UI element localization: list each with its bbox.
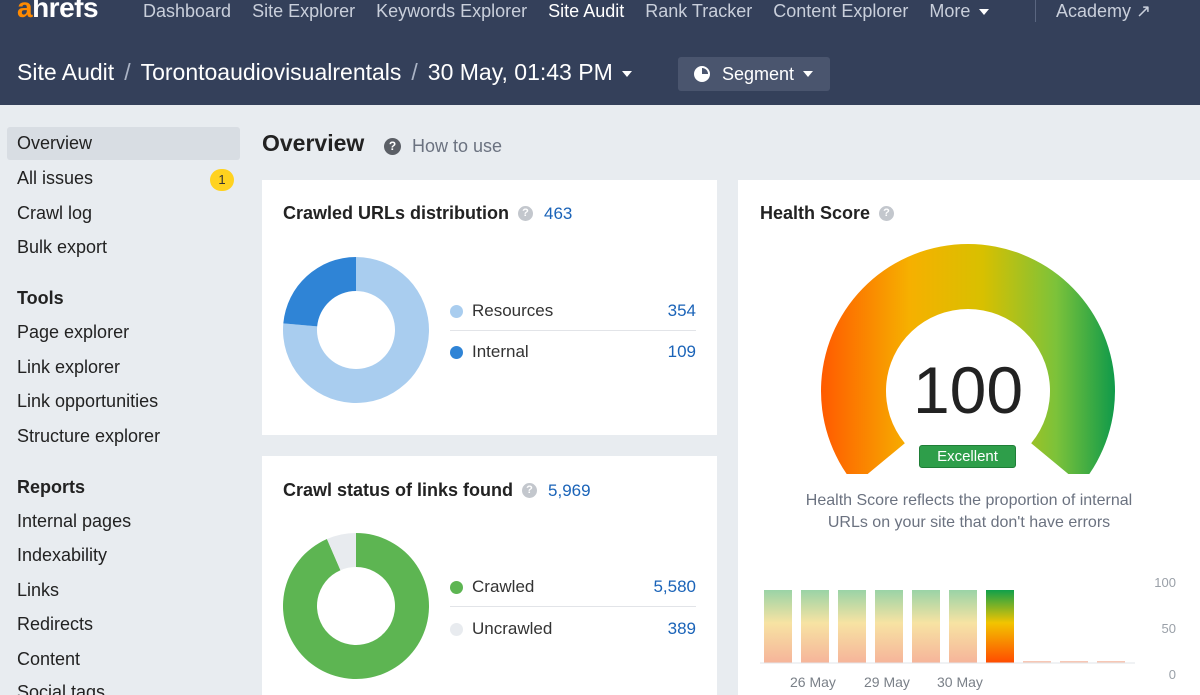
how-to-use-link[interactable]: ? How to use	[384, 136, 502, 157]
crawl-status-slice-crawled[interactable]	[283, 533, 429, 679]
legend-uncrawled[interactable]: Uncrawled	[450, 619, 552, 639]
segment-button[interactable]: Segment	[678, 57, 830, 91]
crawled-value[interactable]: 5,580	[636, 577, 696, 597]
nav-divider	[1035, 0, 1036, 22]
sidebar-item-link-opportunities[interactable]: Link opportunities	[7, 385, 240, 418]
legend-divider	[450, 330, 696, 331]
sidebar-heading-tools: Tools	[17, 288, 64, 308]
legend-resources[interactable]: Resources	[450, 301, 553, 321]
nav-site-audit[interactable]: Site Audit	[548, 0, 624, 22]
nav-more[interactable]: More	[929, 0, 990, 22]
sidebar-item-link-explorer[interactable]: Link explorer	[7, 351, 240, 384]
nav-dashboard[interactable]: Dashboard	[143, 0, 231, 22]
crawl-date-selector[interactable]: 30 May, 01:43 PM	[428, 59, 632, 86]
crawled-color-dot	[450, 580, 463, 594]
resources-color-dot	[450, 304, 463, 318]
chevron-down-icon	[621, 70, 632, 77]
crawled-urls-donut	[283, 257, 429, 403]
help-icon[interactable]: ?	[522, 483, 538, 498]
internal-value[interactable]: 109	[636, 342, 696, 362]
y-tick-0: 0	[1168, 667, 1176, 682]
help-icon: ?	[384, 138, 401, 155]
sidebar-item-indexability[interactable]: Indexability	[7, 539, 240, 572]
nav-site-explorer[interactable]: Site Explorer	[252, 0, 355, 22]
sidebar-item-page-explorer[interactable]: Page explorer	[7, 316, 240, 349]
crawled-urls-slice-internal[interactable]	[283, 257, 356, 327]
help-icon[interactable]: ?	[518, 206, 534, 221]
top-navigation: ahrefs Dashboard Site Explorer Keywords …	[0, 0, 1200, 105]
pie-chart-icon	[694, 66, 710, 82]
sidebar-item-all-issues[interactable]: All issues	[7, 162, 240, 195]
history-bar[interactable]	[838, 590, 866, 663]
sidebar-item-bulk-export[interactable]: Bulk export	[7, 231, 240, 264]
health-score-description: Health Score reflects the proportion of …	[805, 492, 1133, 531]
internal-color-dot	[450, 345, 463, 359]
sidebar-item-social-tags[interactable]: Social tags	[7, 676, 240, 695]
y-tick-50: 50	[1161, 621, 1176, 636]
nav-keywords-explorer[interactable]: Keywords Explorer	[376, 0, 527, 22]
history-bar[interactable]	[949, 590, 977, 663]
sidebar-item-redirects[interactable]: Redirects	[7, 608, 240, 641]
health-score-title: Health Score ?	[760, 203, 895, 224]
crawl-status-title: Crawl status of links found ? 5,969	[283, 480, 591, 501]
history-bar[interactable]	[764, 590, 792, 663]
sidebar-item-crawl-log[interactable]: Crawl log	[7, 197, 240, 230]
crawl-status-donut	[283, 533, 429, 679]
ahrefs-logo[interactable]: ahrefs	[17, 0, 99, 24]
y-tick-100: 100	[1154, 575, 1176, 590]
legend-crawled[interactable]: Crawled	[450, 577, 534, 597]
health-score-value: 100	[912, 353, 1024, 427]
page-title: Overview	[262, 130, 365, 156]
legend-divider	[450, 606, 696, 607]
sidebar-item-overview[interactable]: Overview	[7, 127, 240, 160]
x-tick-30-may: 30 May	[937, 674, 983, 690]
uncrawled-value[interactable]: 389	[636, 619, 696, 639]
x-tick-29-may: 29 May	[864, 674, 910, 690]
chevron-down-icon	[979, 9, 990, 16]
crawl-status-total[interactable]: 5,969	[548, 481, 591, 501]
history-bar[interactable]	[912, 590, 940, 663]
crawled-urls-title: Crawled URLs distribution ? 463	[283, 203, 573, 224]
uncrawled-color-dot	[450, 622, 463, 636]
nav-academy[interactable]: Academy ↗	[1056, 0, 1151, 22]
sidebar-item-content[interactable]: Content	[7, 643, 240, 676]
help-icon[interactable]: ?	[879, 206, 895, 221]
health-rating-badge: Excellent	[919, 445, 1016, 468]
issues-count-badge: 1	[210, 169, 234, 191]
legend-internal[interactable]: Internal	[450, 342, 529, 362]
history-bar[interactable]	[801, 590, 829, 663]
resources-value[interactable]: 354	[636, 301, 696, 321]
sidebar-heading-reports: Reports	[17, 477, 86, 497]
sidebar-item-links[interactable]: Links	[7, 574, 240, 607]
history-bar[interactable]	[875, 590, 903, 663]
nav-rank-tracker[interactable]: Rank Tracker	[645, 0, 752, 22]
sidebar-item-structure-explorer[interactable]: Structure explorer	[7, 420, 240, 453]
history-bar[interactable]	[986, 590, 1014, 663]
crawled-urls-total[interactable]: 463	[544, 204, 572, 224]
breadcrumb-project[interactable]: Torontoaudiovisualrentals	[141, 59, 402, 86]
sidebar-item-internal-pages[interactable]: Internal pages	[7, 505, 240, 538]
breadcrumb-site-audit[interactable]: Site Audit	[17, 59, 114, 86]
x-tick-26-may: 26 May	[790, 674, 836, 690]
breadcrumb: Site Audit / Torontoaudiovisualrentals /…	[17, 59, 632, 86]
chevron-down-icon	[803, 71, 814, 77]
nav-content-explorer[interactable]: Content Explorer	[773, 0, 908, 22]
